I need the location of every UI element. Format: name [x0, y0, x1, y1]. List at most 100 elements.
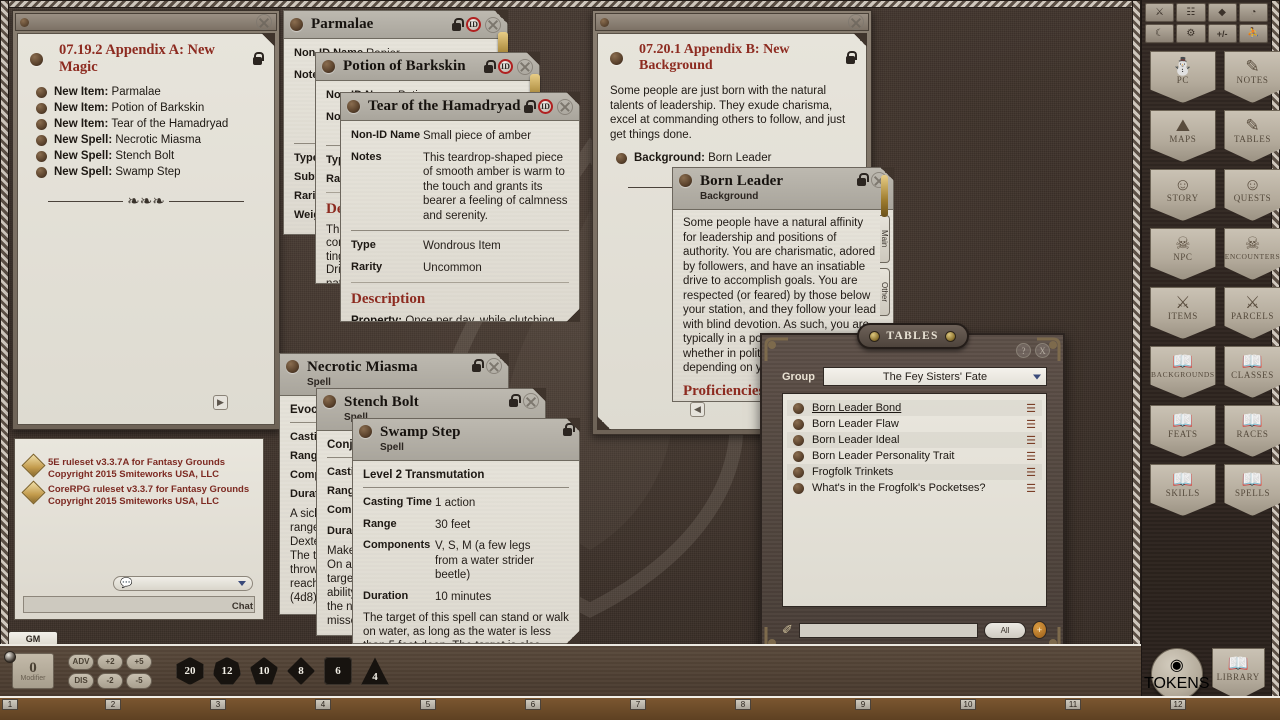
day-night-icon[interactable]: ☾: [1145, 24, 1174, 43]
lock-icon[interactable]: [523, 100, 534, 114]
chevron-down-icon[interactable]: [238, 581, 246, 586]
identify-icon[interactable]: ID: [538, 99, 553, 114]
plus-minus-icon[interactable]: +/-: [1208, 24, 1237, 43]
lock-icon[interactable]: [508, 394, 519, 408]
link-name[interactable]: Born Leader: [708, 152, 771, 164]
close-icon[interactable]: [557, 99, 573, 115]
field-value[interactable]: Small piece of amber: [423, 129, 531, 144]
character-icon[interactable]: ⛹: [1239, 24, 1268, 43]
field-row[interactable]: Non-ID Name Small piece of amber: [351, 129, 569, 144]
close-icon[interactable]: [523, 393, 539, 409]
group-dropdown[interactable]: The Fey Sisters' Fate: [823, 367, 1047, 386]
minus2-button[interactable]: -2: [97, 673, 123, 689]
die-d12[interactable]: 12: [213, 657, 241, 685]
field-row[interactable]: Notes This teardrop-shaped piece of smoo…: [351, 151, 569, 224]
lock-icon[interactable]: [562, 423, 573, 437]
table-row[interactable]: Born Leader Personality Trait ☰: [787, 448, 1042, 464]
table-name[interactable]: Born Leader Personality Trait: [812, 450, 1018, 462]
chat-mode-dropdown[interactable]: 💬: [113, 576, 253, 591]
roll-all-button[interactable]: All: [984, 622, 1026, 639]
swamp-titlebar[interactable]: Swamp Step Spell: [353, 419, 579, 461]
tables-list[interactable]: Born Leader Bond ☰ Born Leader Flaw ☰ Bo…: [782, 393, 1047, 607]
tab-other[interactable]: Other: [880, 268, 890, 316]
sidebar-item-quests[interactable]: ☺ QUESTS: [1224, 169, 1280, 221]
link-name[interactable]: Swamp Step: [115, 166, 180, 178]
list-item[interactable]: New Spell: Stench Bolt: [36, 150, 262, 162]
sidebar-item-tables[interactable]: ✎ TABLES: [1224, 110, 1280, 162]
sidebar-item-maps[interactable]: ⛰ MAPS: [1150, 110, 1216, 162]
lock-icon[interactable]: [252, 52, 262, 66]
parmalae-titlebar[interactable]: Parmalae ID: [284, 11, 507, 39]
sidebar-item-encounters[interactable]: ☠ ENCOUNTERS: [1224, 228, 1280, 280]
table-filter-input[interactable]: [799, 623, 978, 638]
die-d8[interactable]: 8: [287, 657, 315, 685]
help-button[interactable]: ?: [1016, 343, 1031, 358]
sidebar-item-backgrounds[interactable]: 📖 BACKGROUNDS: [1150, 346, 1216, 398]
page-next-arrow[interactable]: ▶: [213, 395, 228, 410]
adv-button[interactable]: ADV: [68, 654, 94, 670]
assets-icon[interactable]: ◆: [1208, 3, 1237, 22]
field-value[interactable]: This teardrop-shaped piece of smooth amb…: [423, 151, 569, 224]
die-d6[interactable]: 6: [324, 657, 352, 685]
plus5-button[interactable]: +5: [126, 654, 152, 670]
list-item[interactable]: New Item: Potion of Barkskin: [36, 102, 262, 114]
options-gear-icon[interactable]: ⚙: [1176, 24, 1205, 43]
party-sheet-icon[interactable]: ☷: [1176, 3, 1205, 22]
list-item[interactable]: New Spell: Swamp Step: [36, 166, 262, 178]
link-name[interactable]: Potion of Barkskin: [112, 102, 205, 114]
lock-icon[interactable]: [856, 173, 867, 187]
story-b-titlebar[interactable]: [595, 13, 869, 31]
modifier-reset-icon[interactable]: [4, 651, 16, 663]
sidebar-item-spells[interactable]: 📖 SPELLS: [1224, 464, 1280, 516]
table-row[interactable]: What's in the Frogfolk's Pocketses? ☰: [787, 480, 1042, 496]
table-row[interactable]: Born Leader Ideal ☰: [787, 432, 1042, 448]
new-table-button[interactable]: +: [1032, 621, 1047, 639]
modifier-box[interactable]: 0 Modifier: [12, 653, 54, 689]
close-icon[interactable]: [486, 358, 502, 374]
book-icon[interactable]: ☰: [1026, 418, 1036, 431]
sidebar-item-notes[interactable]: ✎ NOTES: [1224, 51, 1280, 103]
sidebar-item-library[interactable]: 📖 LIBRARY: [1212, 648, 1266, 700]
book-icon[interactable]: ☰: [1026, 482, 1036, 495]
lock-icon[interactable]: [845, 51, 854, 65]
identify-icon[interactable]: ID: [498, 59, 513, 74]
table-name[interactable]: Born Leader Flaw: [812, 418, 1018, 430]
sidebar-item-items[interactable]: ⚔ ITEMS: [1150, 287, 1216, 339]
link-name[interactable]: Stench Bolt: [115, 150, 174, 162]
book-icon[interactable]: ☰: [1026, 402, 1036, 415]
list-item[interactable]: Background: Born Leader: [616, 152, 854, 164]
field-row[interactable]: Rarity Uncommon: [351, 261, 569, 276]
sidebar-item-npc[interactable]: ☠ NPC: [1150, 228, 1216, 280]
item-window-tear-of-the-hamadryad[interactable]: Tear of the Hamadryad ID Non-ID Name Sma…: [340, 92, 580, 322]
table-row[interactable]: Frogfolk Trinkets ☰: [787, 464, 1042, 480]
die-d4[interactable]: 4: [361, 657, 389, 685]
close-button[interactable]: X: [1035, 343, 1050, 358]
minus5-button[interactable]: -5: [126, 673, 152, 689]
link-name[interactable]: Tear of the Hamadryad: [111, 118, 228, 130]
book-icon[interactable]: ☰: [1026, 434, 1036, 447]
lock-icon[interactable]: [471, 359, 482, 373]
lock-icon[interactable]: [483, 60, 494, 74]
masks-icon[interactable]: ◔: [1239, 3, 1268, 22]
sidebar-item-pc[interactable]: ⛄ PC: [1150, 51, 1216, 103]
table-name[interactable]: What's in the Frogfolk's Pocketses?: [812, 482, 1018, 494]
spell-window-swamp-step[interactable]: Swamp Step Spell Level 2 Transmutation C…: [352, 418, 580, 644]
table-name[interactable]: Frogfolk Trinkets: [812, 466, 1018, 478]
close-icon[interactable]: [517, 59, 533, 75]
dis-button[interactable]: DIS: [68, 673, 94, 689]
sidebar-item-races[interactable]: 📖 RACES: [1224, 405, 1280, 457]
chat-input[interactable]: [23, 596, 255, 613]
tables-window[interactable]: TABLES ? X Group The Fey Sisters' Fate: [760, 333, 1065, 655]
die-d20[interactable]: 20: [176, 657, 204, 685]
barkskin-titlebar[interactable]: Potion of Barkskin ID: [316, 53, 539, 81]
tab-main[interactable]: Main: [880, 215, 890, 263]
field-row[interactable]: Type Wondrous Item: [351, 239, 569, 254]
plus2-button[interactable]: +2: [97, 654, 123, 670]
table-name[interactable]: Born Leader Ideal: [812, 434, 1018, 446]
field-value[interactable]: Uncommon: [423, 261, 482, 276]
identify-icon[interactable]: ID: [466, 17, 481, 32]
sidebar-item-feats[interactable]: 📖 FEATS: [1150, 405, 1216, 457]
link-name[interactable]: Parmalae: [112, 86, 161, 98]
die-d10[interactable]: 10: [250, 657, 278, 685]
close-icon[interactable]: [848, 14, 864, 30]
